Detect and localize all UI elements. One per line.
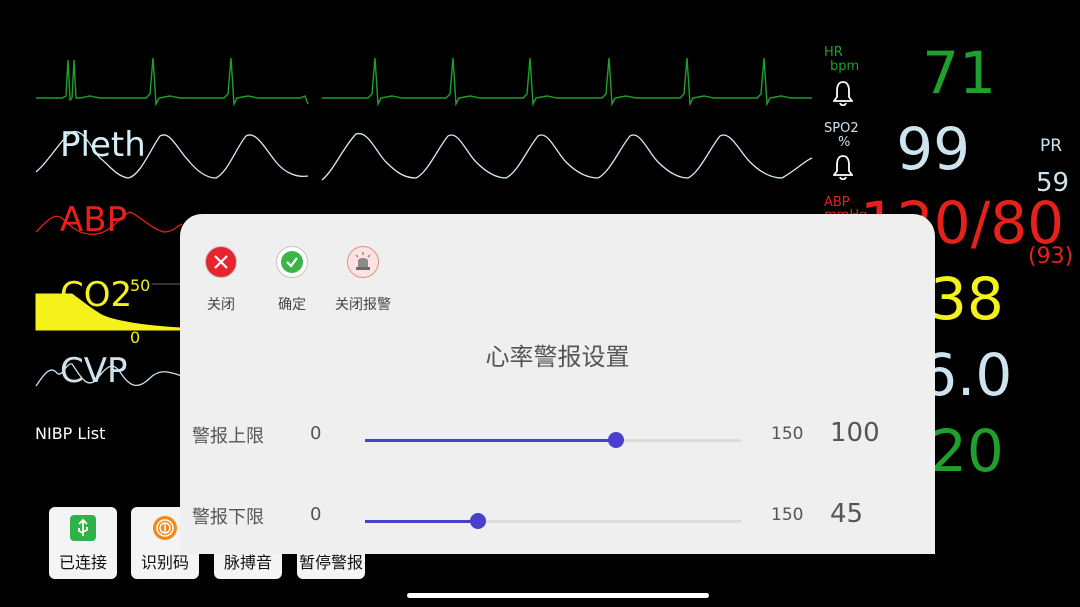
spo2-label: SPO2 bbox=[824, 121, 859, 136]
upper-limit-max: 150 bbox=[771, 424, 804, 444]
confirm-button[interactable] bbox=[274, 246, 310, 286]
alarm-light-icon bbox=[347, 246, 379, 278]
close-icon bbox=[205, 246, 237, 278]
lower-limit-max: 150 bbox=[771, 505, 804, 525]
spo2-value: 99 bbox=[896, 115, 970, 183]
co2-wave-label: CO2 bbox=[60, 275, 133, 315]
silence-alarm-label: 关闭报警 bbox=[335, 297, 391, 313]
close-button[interactable] bbox=[203, 246, 239, 286]
lower-limit-slider-thumb[interactable] bbox=[469, 513, 486, 529]
upper-limit-slider-fill bbox=[365, 439, 616, 442]
fingerprint-icon bbox=[153, 516, 177, 540]
cvp-wave-label: CVP bbox=[60, 351, 128, 391]
ecg-waveform bbox=[36, 57, 812, 107]
abp-wave-label: ABP bbox=[60, 200, 128, 240]
dialog-title: 心率警报设置 bbox=[485, 343, 630, 371]
lower-limit-slider[interactable] bbox=[365, 513, 741, 529]
lower-limit-slider-fill bbox=[365, 520, 478, 523]
upper-limit-value: 100 bbox=[830, 418, 880, 448]
check-icon bbox=[276, 246, 308, 278]
hr-value: 71 bbox=[922, 39, 996, 107]
silence-alarm-button[interactable] bbox=[345, 246, 381, 286]
close-label: 关闭 bbox=[207, 297, 235, 313]
hr-label: HR bbox=[824, 45, 843, 60]
upper-limit-slider[interactable] bbox=[365, 432, 741, 448]
nibp-list-label[interactable]: NIBP List bbox=[35, 424, 105, 443]
connected-button[interactable]: 已连接 bbox=[49, 507, 117, 579]
pleth-waveform bbox=[35, 130, 813, 181]
upper-limit-label: 警报上限 bbox=[192, 426, 264, 447]
extra-value: 20 bbox=[930, 417, 1004, 485]
home-indicator[interactable] bbox=[407, 593, 709, 598]
lower-limit-label: 警报下限 bbox=[192, 507, 264, 528]
spo2-alarm-bell-icon[interactable] bbox=[833, 154, 853, 180]
pleth-label: Pleth bbox=[60, 125, 146, 165]
co2-value: 38 bbox=[930, 265, 1004, 333]
abp-mean-value: (93) bbox=[1028, 244, 1074, 269]
co2-scale-bottom: 0 bbox=[130, 328, 141, 347]
hr-unit: bpm bbox=[830, 59, 860, 74]
upper-limit-slider-thumb[interactable] bbox=[607, 432, 624, 448]
lower-limit-value: 45 bbox=[830, 499, 864, 529]
pr-label: PR bbox=[1040, 136, 1063, 156]
upper-limit-min: 0 bbox=[310, 423, 322, 444]
confirm-label: 确定 bbox=[278, 297, 306, 313]
connected-label: 已连接 bbox=[58, 553, 107, 572]
co2-scale-top: 50 bbox=[130, 276, 151, 295]
hr-alarm-bell-icon[interactable] bbox=[833, 80, 853, 106]
usb-icon bbox=[70, 515, 96, 541]
lower-limit-min: 0 bbox=[310, 504, 322, 525]
spo2-unit: % bbox=[838, 135, 851, 150]
heart-rate-alarm-dialog: 关闭 确定 关闭报警 心率警报设置 警报上限 0 150 100 警报下限 0 bbox=[180, 214, 935, 554]
